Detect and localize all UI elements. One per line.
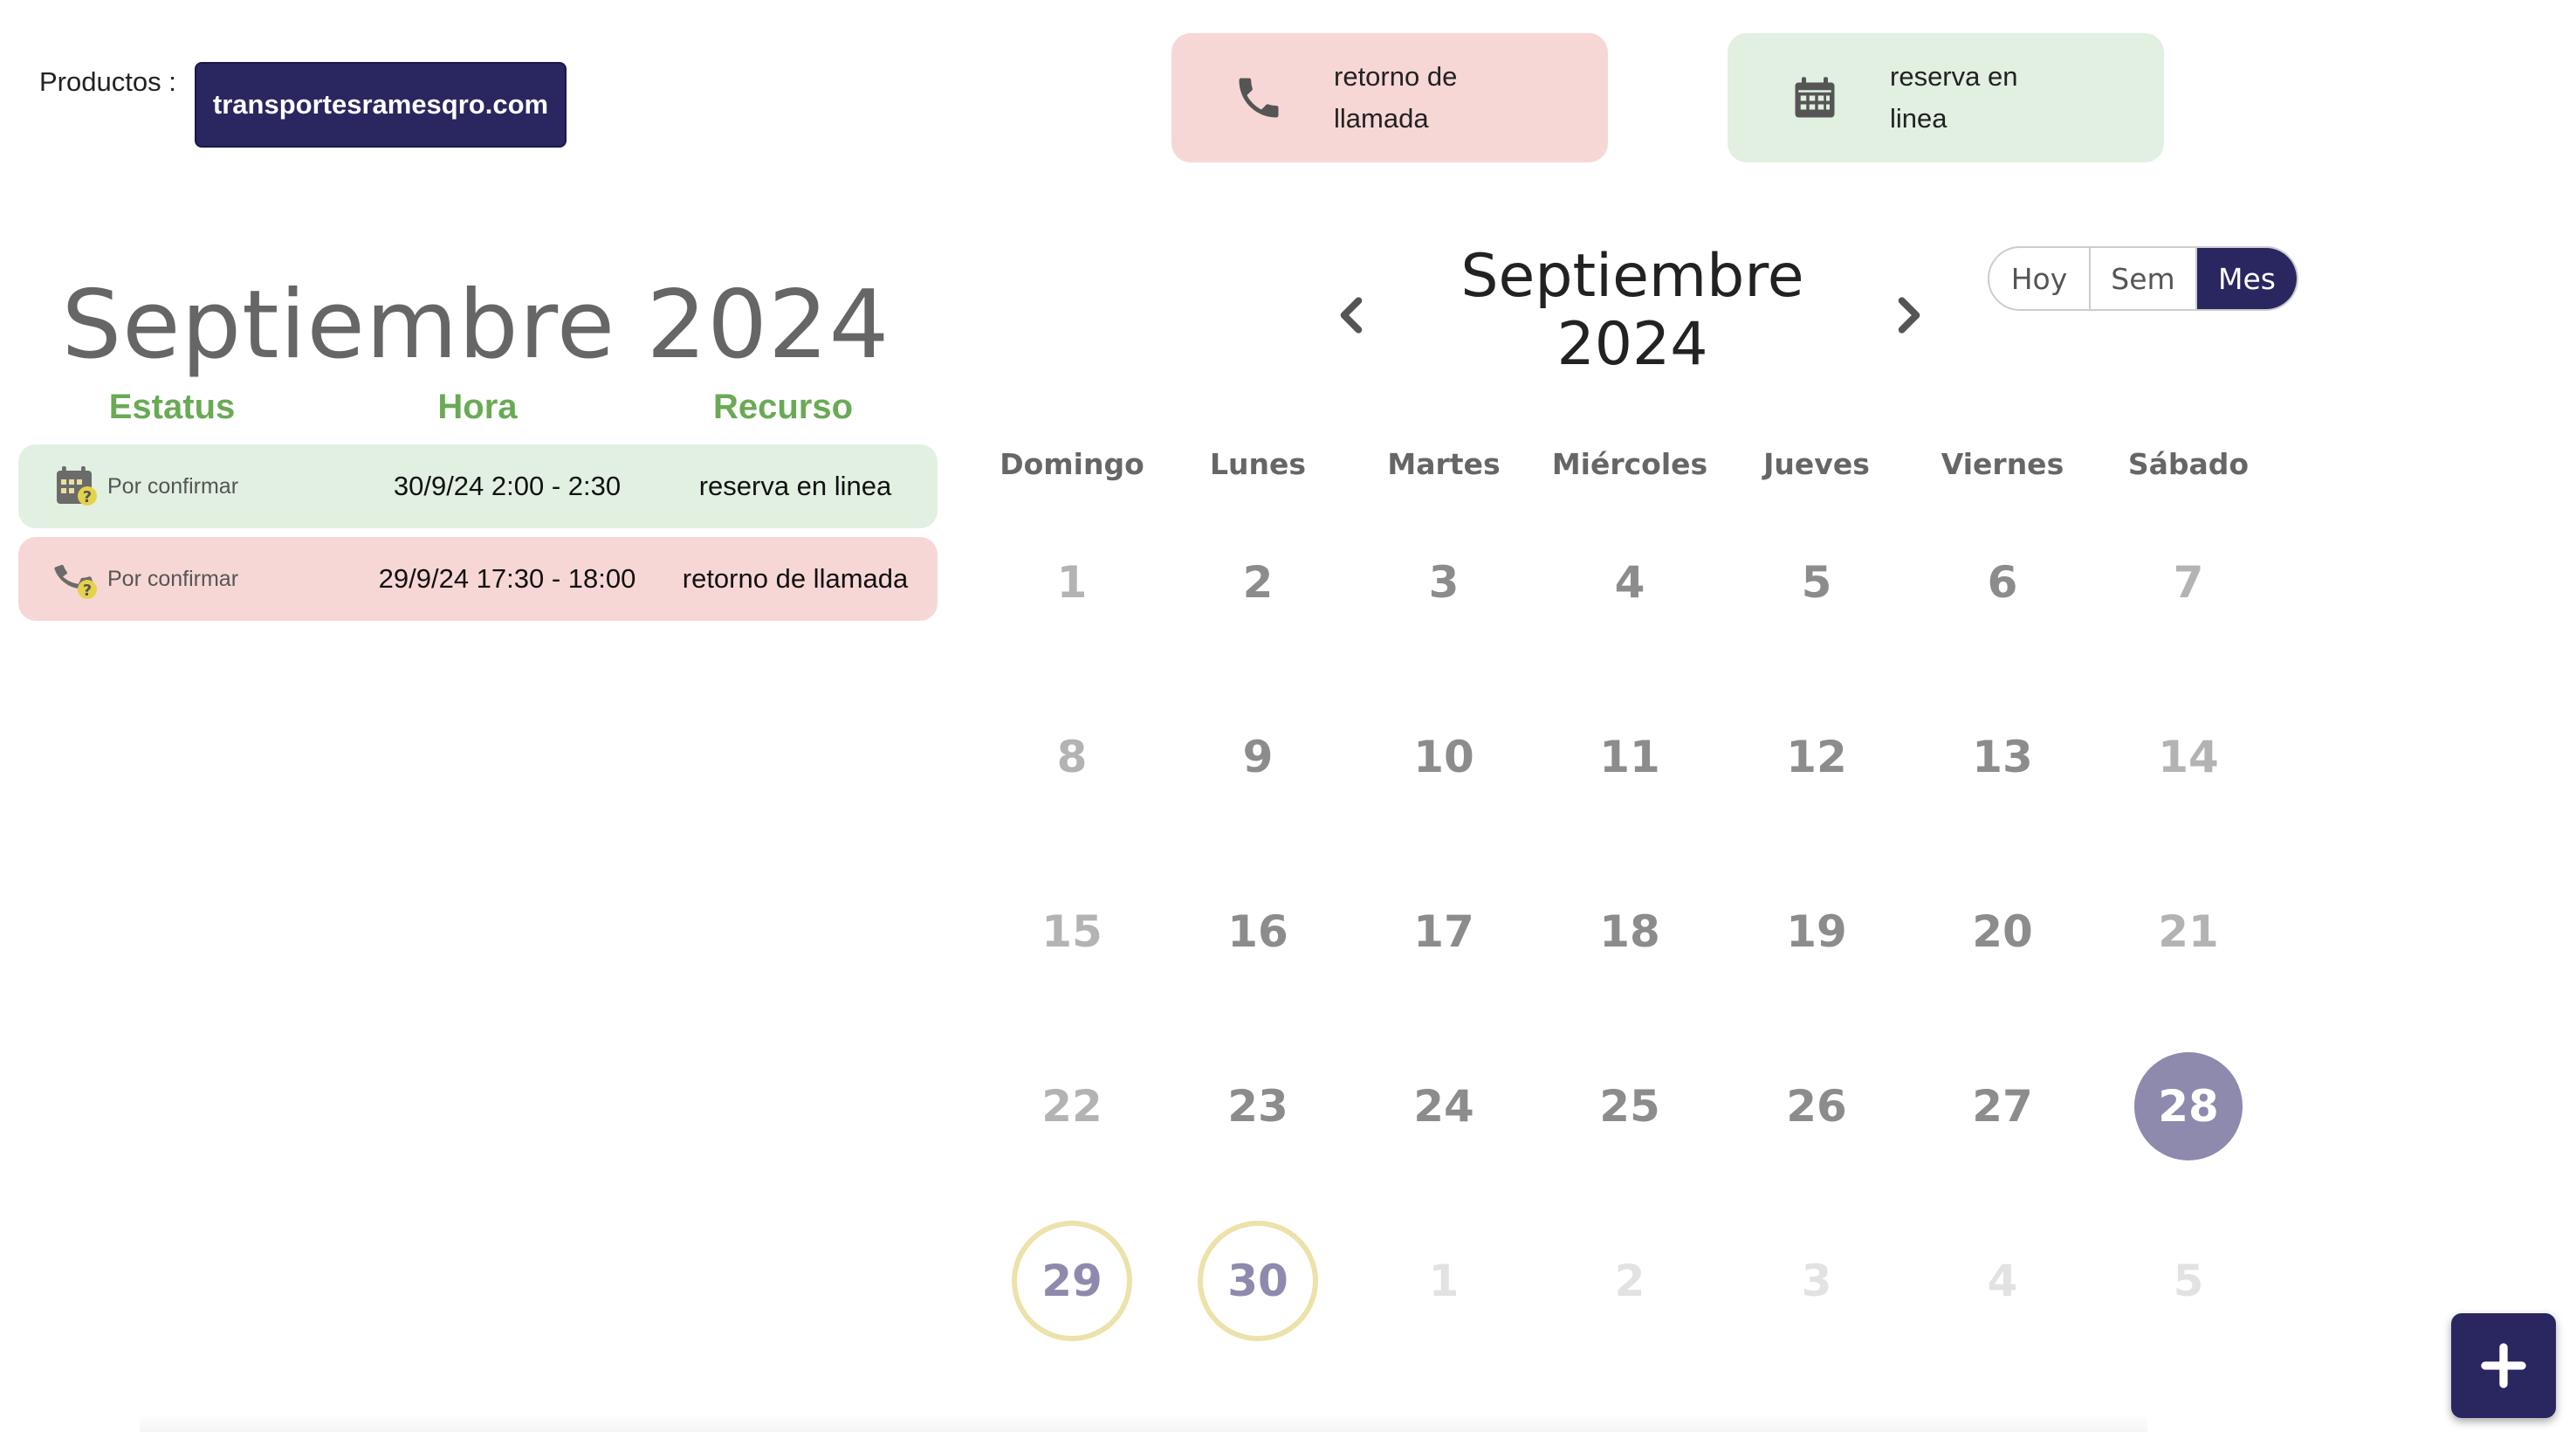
view-today-button[interactable]: Hoy (1989, 248, 2089, 309)
calendar-day[interactable]: 8 (1015, 700, 1129, 814)
calendar-day[interactable]: 1 (1015, 526, 1129, 639)
calendar-day[interactable]: 7 (2132, 526, 2245, 639)
weekday-header: Lunes (1209, 447, 1307, 481)
phone-icon (1239, 78, 1279, 118)
calendar-day[interactable]: 17 (1387, 875, 1501, 988)
chevron-left-icon[interactable] (1330, 293, 1374, 337)
weekday-header: Martes (1387, 447, 1501, 481)
calendar-day[interactable]: 5 (1760, 526, 1873, 639)
appointment-row[interactable]: ? Por confirmar 30/9/24 2:00 - 2:30 rese… (18, 444, 938, 528)
products-label: Productos : (39, 66, 176, 97)
calendar-day[interactable]: 5 (2132, 1224, 2245, 1338)
add-appointment-button[interactable] (2451, 1313, 2556, 1418)
appointment-row[interactable]: ? Por confirmar 29/9/24 17:30 - 18:00 re… (18, 537, 938, 621)
quick-callback-label: retorno de llamada (1334, 61, 1458, 134)
view-month-button[interactable]: Mes (2195, 248, 2297, 309)
view-switcher: Hoy Sem Mes (1988, 246, 2298, 311)
calendar-day[interactable]: 3 (1760, 1224, 1873, 1338)
weekday-header: Viernes (1941, 447, 2064, 481)
quick-callback-button[interactable]: retorno de llamada (1171, 33, 1608, 162)
calendar-day[interactable]: 25 (1573, 1050, 1686, 1163)
calendar-day[interactable]: 27 (1946, 1050, 2059, 1163)
svg-text:?: ? (83, 582, 92, 600)
weekday-header: Miércoles (1551, 447, 1708, 481)
calendar-month-name: Septiembre (1460, 242, 1804, 311)
row-status: Por confirmar (107, 567, 239, 591)
phone-icon: ? (54, 564, 97, 600)
calendar-day[interactable]: 23 (1201, 1050, 1315, 1163)
calendar-day[interactable]: 18 (1573, 875, 1686, 988)
row-resource: reserva en linea (698, 471, 892, 501)
scroll-shadow (140, 1413, 2147, 1432)
calendar-day[interactable]: 3 (1387, 526, 1501, 639)
calendar-day[interactable]: 22 (1015, 1050, 1129, 1163)
calendar-day[interactable]: 29 (1012, 1221, 1132, 1341)
calendar-day[interactable]: 6 (1946, 526, 2059, 639)
weekday-header: Jueves (1763, 447, 1870, 481)
chevron-right-icon[interactable] (1886, 293, 1930, 337)
calendar-year: 2024 (1556, 310, 1708, 379)
list-title: Septiembre 2024 (61, 271, 890, 380)
quick-booking-label: reserva en linea (1890, 61, 2018, 134)
calendar-day[interactable]: 11 (1573, 700, 1686, 814)
row-resource: retorno de llamada (682, 563, 909, 594)
calendar-day[interactable]: 1 (1387, 1224, 1501, 1338)
calendar-day[interactable]: 19 (1760, 875, 1873, 988)
row-status: Por confirmar (107, 474, 239, 499)
calendar-day[interactable]: 24 (1387, 1050, 1501, 1163)
column-header-time: Hora (437, 388, 518, 426)
weekday-header: Domingo (999, 447, 1144, 481)
calendar-day[interactable]: 30 (1198, 1221, 1318, 1341)
column-header-status: Estatus (108, 388, 236, 426)
weekday-header: Sábado (2127, 447, 2250, 481)
page: Productos : transportesramesqro.com reto… (0, 0, 2576, 1432)
calendar-month-title: Septiembre 2024 (1432, 243, 1833, 379)
calendar-day[interactable]: 12 (1760, 700, 1873, 814)
plus-icon (2481, 1343, 2526, 1388)
column-header-resource: Recurso (712, 388, 854, 426)
calendar-day[interactable]: 9 (1201, 700, 1315, 814)
calendar-day[interactable]: 2 (1573, 1224, 1686, 1338)
quick-booking-button[interactable]: reserva en linea (1728, 33, 2164, 162)
calendar-day[interactable]: 26 (1760, 1050, 1873, 1163)
calendar-day[interactable]: 28 (2134, 1052, 2243, 1160)
calendar-day[interactable]: 4 (1946, 1224, 2059, 1338)
calendar-day[interactable]: 2 (1201, 526, 1315, 639)
calendar-day[interactable]: 14 (2132, 700, 2245, 814)
calendar-icon: ? (57, 466, 97, 506)
calendar-day[interactable]: 10 (1387, 700, 1501, 814)
products-button[interactable]: transportesramesqro.com (195, 62, 567, 148)
svg-text:?: ? (83, 488, 92, 506)
calendar-day[interactable]: 15 (1015, 875, 1129, 988)
calendar-day[interactable]: 13 (1946, 700, 2059, 814)
calendar-day[interactable]: 4 (1573, 526, 1686, 639)
view-week-button[interactable]: Sem (2089, 248, 2195, 309)
calendar-day[interactable]: 21 (2132, 875, 2245, 988)
calendar-day[interactable]: 16 (1201, 875, 1315, 988)
calendar-icon (1795, 77, 1835, 118)
calendar-day[interactable]: 20 (1946, 875, 2059, 988)
